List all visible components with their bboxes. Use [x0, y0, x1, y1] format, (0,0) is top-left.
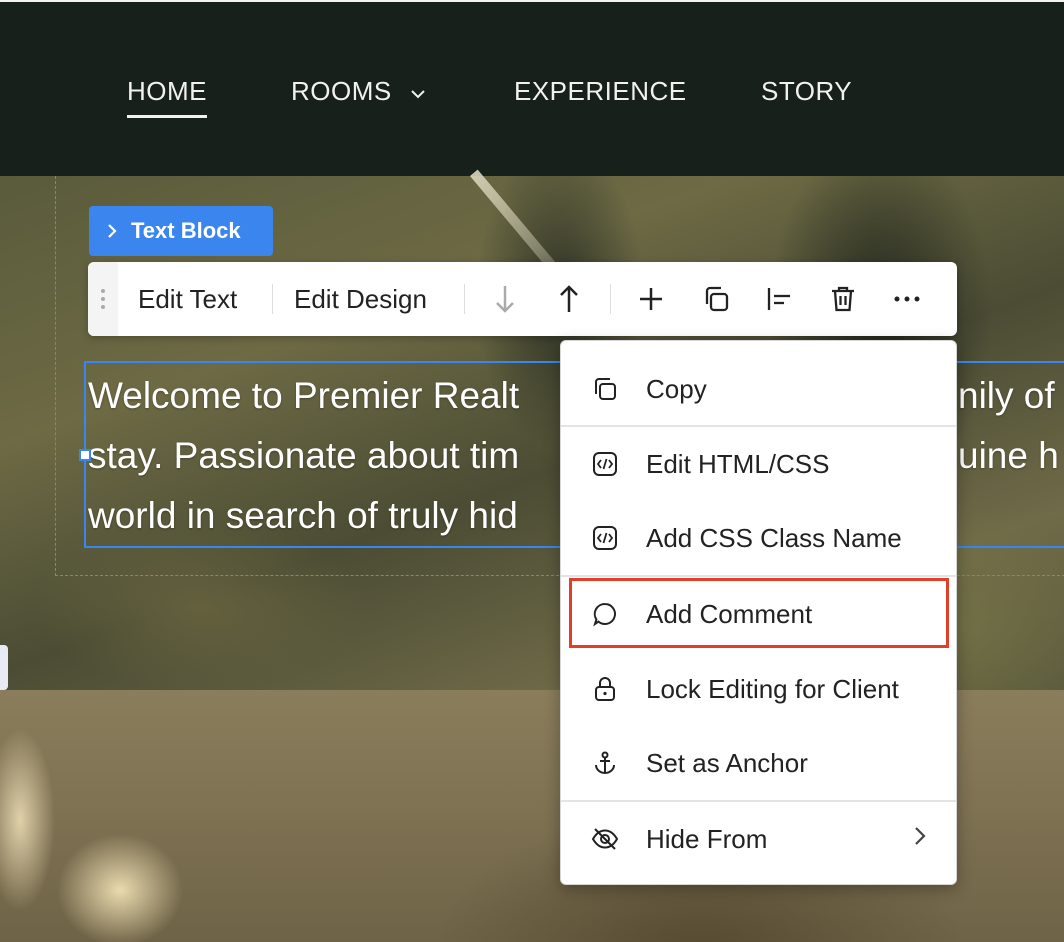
toolbar-divider [272, 284, 273, 314]
anchor-icon [591, 749, 619, 777]
chevron-right-icon [914, 826, 926, 851]
chevron-right-icon [107, 223, 117, 239]
toolbar-divider [610, 284, 611, 314]
align-icon[interactable] [763, 283, 795, 315]
edit-design-button[interactable]: Edit Design [294, 282, 427, 316]
duplicate-icon[interactable] [700, 283, 732, 315]
nav-item-experience[interactable]: EXPERIENCE [514, 74, 687, 108]
code-icon [591, 450, 619, 478]
site-navigation: HOME ROOMS EXPERIENCE STORY [0, 0, 1064, 176]
add-icon[interactable] [635, 283, 667, 315]
text-block-tag[interactable]: Text Block [89, 206, 273, 256]
copy-icon [591, 375, 619, 403]
menu-item-add-css-class[interactable]: Add CSS Class Name [561, 503, 956, 573]
nav-item-rooms[interactable]: ROOMS [291, 74, 426, 108]
toolbar-divider [464, 284, 465, 314]
menu-item-label: Add CSS Class Name [646, 523, 902, 553]
resize-handle[interactable] [79, 449, 91, 461]
element-toolbar: Edit Text Edit Design [88, 262, 957, 336]
menu-item-copy[interactable]: Copy [561, 354, 956, 424]
lock-icon [591, 675, 619, 703]
nav-item-story[interactable]: STORY [761, 74, 852, 108]
menu-item-label: Edit HTML/CSS [646, 449, 830, 479]
trash-icon[interactable] [827, 283, 859, 315]
side-panel-tab[interactable] [0, 645, 8, 690]
text-block-tag-label: Text Block [131, 218, 241, 243]
menu-item-hide-from[interactable]: Hide From [561, 804, 956, 874]
chevron-down-icon [410, 73, 426, 107]
menu-item-edit-html-css[interactable]: Edit HTML/CSS [561, 429, 956, 499]
menu-item-label: Lock Editing for Client [646, 674, 899, 704]
nav-item-home[interactable]: HOME [127, 74, 207, 118]
move-up-icon[interactable] [553, 283, 585, 315]
menu-item-lock-editing[interactable]: Lock Editing for Client [561, 654, 956, 724]
menu-item-label: Hide From [646, 824, 768, 854]
menu-divider [561, 575, 956, 577]
menu-divider [561, 425, 956, 427]
eye-off-icon [591, 825, 619, 853]
more-options-icon[interactable] [891, 283, 923, 315]
highlight-annotation [569, 578, 949, 648]
edit-text-button[interactable]: Edit Text [138, 282, 237, 316]
code-icon [591, 524, 619, 552]
menu-item-label: Copy [646, 374, 707, 404]
menu-item-label: Set as Anchor [646, 748, 808, 778]
menu-item-set-anchor[interactable]: Set as Anchor [561, 728, 956, 798]
drag-handle-icon[interactable] [88, 262, 118, 336]
menu-divider [561, 800, 956, 802]
move-down-icon[interactable] [489, 283, 521, 315]
nav-item-rooms-label: ROOMS [291, 76, 392, 106]
